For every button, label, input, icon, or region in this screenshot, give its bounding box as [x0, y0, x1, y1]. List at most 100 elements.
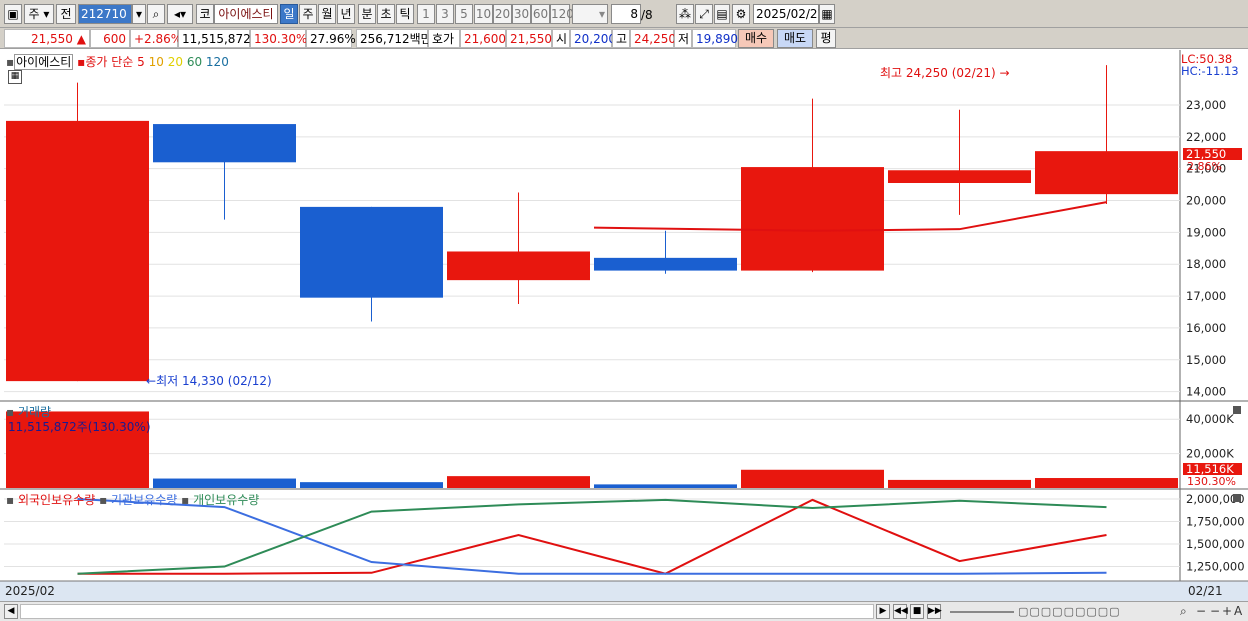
period-tick[interactable]: 틱: [396, 4, 414, 24]
max-annotation: 최고 24,250 (02/21) →: [880, 64, 1010, 81]
volume-ratio: 130.30%: [250, 29, 307, 48]
price-tick-label: 23,000: [1186, 98, 1226, 112]
interval-20[interactable]: 20: [493, 4, 512, 24]
zoom-out-icon[interactable]: −: [1196, 604, 1206, 618]
rewind-icon[interactable]: ◀◀: [893, 604, 908, 619]
volume-title: 거래량: [17, 405, 52, 419]
table-icon[interactable]: ▦: [8, 70, 22, 84]
zoom-icon[interactable]: ⌕: [1180, 604, 1187, 619]
minimize-icon[interactable]: −: [1210, 604, 1220, 618]
jeon-button[interactable]: 전: [56, 4, 76, 24]
ma5-label: 5: [137, 55, 145, 69]
hc-label: HC:-11.13: [1181, 64, 1239, 78]
crosshair-icon[interactable]: ⤢: [695, 4, 713, 24]
scroll-track[interactable]: [20, 604, 874, 619]
period-second[interactable]: 초: [377, 4, 395, 24]
ma60-label: 60: [186, 55, 203, 69]
market-label: 주: [28, 7, 40, 21]
period-month[interactable]: 월: [318, 4, 336, 24]
volume-bar: [153, 478, 296, 488]
volume-pct-tag: 130.30%: [1187, 475, 1236, 488]
ma-label: 종가 단순: [85, 55, 134, 69]
period-week[interactable]: 주: [299, 4, 317, 24]
font-size-icon[interactable]: A: [1234, 604, 1242, 618]
interval-30[interactable]: 30: [512, 4, 531, 24]
foreign-label: 외국인보유수량: [17, 493, 96, 507]
min-label: 최저 14,330 (02/12): [156, 374, 272, 388]
legend-square-icon: ▪: [6, 493, 15, 507]
price-tick-label: 22,000: [1186, 130, 1226, 144]
period-minute[interactable]: 분: [358, 4, 376, 24]
price-tick-label: 17,000: [1186, 289, 1226, 303]
scroll-left-icon[interactable]: ◀: [4, 604, 18, 619]
calendar-icon[interactable]: ▦: [819, 4, 835, 24]
max-label: 최고 24,250 (02/21): [880, 66, 996, 80]
holdings-tick-label: 1,750,000: [1186, 515, 1245, 529]
holdings-legend: ▪ 외국인보유수량 ▪ 기관보유수량 ▪ 개인보유수량: [6, 491, 259, 508]
period-day[interactable]: 일: [280, 4, 298, 24]
candle-body: [741, 167, 884, 271]
stock-name[interactable]: 아이에스티: [214, 4, 278, 24]
legend-square-icon: ▪: [181, 493, 190, 507]
price-tick-label: 20,000: [1186, 194, 1226, 208]
interval-1[interactable]: 1: [417, 4, 435, 24]
panel-close-icon[interactable]: [1233, 406, 1241, 414]
price-tag: 21,550: [1183, 148, 1242, 160]
count-input[interactable]: 8: [611, 4, 641, 24]
period-year[interactable]: 년: [337, 4, 355, 24]
pct-tag: 2.86%: [1187, 160, 1222, 173]
interval-60[interactable]: 60: [531, 4, 550, 24]
sell-button[interactable]: 매도: [777, 29, 813, 48]
volume-bar: [447, 476, 590, 488]
interval-120[interactable]: 120: [550, 4, 574, 24]
price-tick-label: 15,000: [1186, 353, 1226, 367]
quote-bar: 21,550 ▲ 600 +2.86% 11,515,872 130.30% 2…: [0, 28, 1248, 49]
code-input[interactable]: 212710: [78, 4, 132, 24]
x-axis-band: [0, 581, 1248, 601]
grid-icon[interactable]: ⁂: [676, 4, 694, 24]
market-select[interactable]: 주 ▾: [24, 4, 54, 24]
forward-icon[interactable]: ▶▶: [927, 604, 942, 619]
trade-amount: 256,712백만: [356, 29, 432, 48]
zoom-slider[interactable]: [950, 611, 1014, 613]
current-price: 21,550 ▲: [4, 29, 90, 48]
scroll-right-icon[interactable]: ▶: [876, 604, 890, 619]
price-tick-label: 14,000: [1186, 385, 1226, 399]
holdings-tick-label: 1,250,000: [1186, 560, 1245, 574]
volume-bar: [1035, 478, 1178, 488]
code-dropdown-icon[interactable]: ▾: [132, 4, 146, 24]
buy-button[interactable]: 매수: [738, 29, 774, 48]
interval-3[interactable]: 3: [436, 4, 454, 24]
average-button[interactable]: 평: [816, 29, 836, 48]
volume-value-label: 11,515,872주(130.30%): [8, 420, 151, 434]
toolbar: ▣ 주 ▾ 전 212710 ▾ ⌕ ◂▾ 코 아이에스티 일 주 월 년 분 …: [0, 0, 1248, 28]
date-input[interactable]: 2025/02/21: [753, 4, 825, 24]
legend-stock-name[interactable]: 아이에스티: [14, 54, 74, 70]
candle-body: [888, 170, 1031, 183]
high-price: 24,250: [630, 29, 676, 48]
speaker-icon[interactable]: ◂▾: [167, 4, 193, 24]
stop-icon[interactable]: ■: [910, 604, 924, 619]
ma10-label: 10: [148, 55, 164, 69]
holdings-tick-label: 1,500,000: [1186, 537, 1245, 551]
count-total: /8: [641, 8, 653, 22]
interval-5[interactable]: 5: [455, 4, 473, 24]
tool-icons[interactable]: ▢▢▢▢▢▢▢▢▢: [1018, 605, 1121, 618]
ma120-label: 120: [205, 55, 229, 69]
chart-area[interactable]: 14,000 15,000 16,000 17,000 18,000 19,000 20,0…: [0, 50, 1248, 601]
price-legend: ▪ 아이에스티 ▪종가 단순 5 10 20 60 120: [6, 53, 229, 70]
plus-icon[interactable]: +: [1222, 604, 1232, 618]
gear-icon[interactable]: ⚙: [732, 4, 750, 24]
market-tag: 코: [196, 4, 214, 24]
custom-interval-select[interactable]: ▾: [572, 4, 608, 24]
price-tick-label: 16,000: [1186, 321, 1226, 335]
stock-chart: 14,000 15,000 16,000 17,000 18,000 19,000 20,0…: [0, 50, 1248, 601]
window-icon[interactable]: ▣: [4, 4, 22, 24]
interval-10[interactable]: 10: [474, 4, 493, 24]
panel-close-icon[interactable]: [1233, 494, 1241, 502]
price-tick-label: 19,000: [1186, 225, 1226, 239]
save-icon[interactable]: ▤: [714, 4, 730, 24]
change-value: 600: [90, 29, 130, 48]
ma20-label: 20: [167, 55, 183, 69]
search-icon[interactable]: ⌕: [147, 4, 165, 24]
